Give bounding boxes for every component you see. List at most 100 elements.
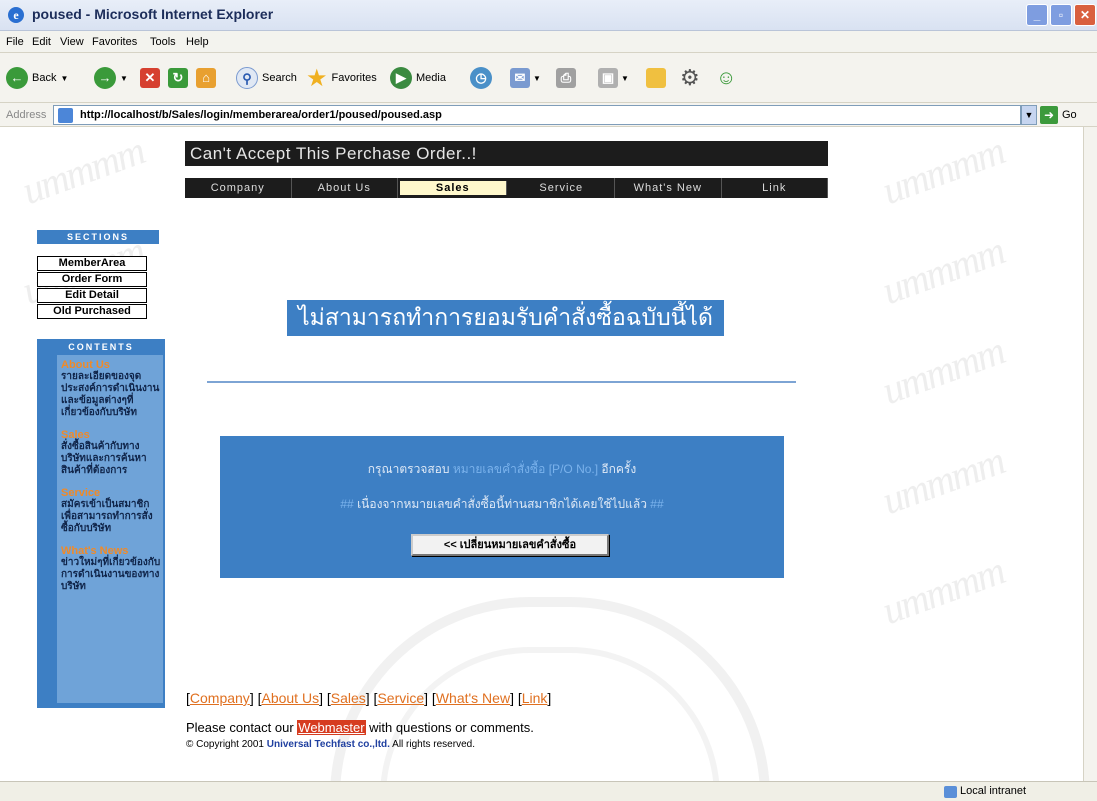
address-label: Address (6, 109, 47, 121)
messenger-button[interactable]: ☺ (716, 65, 736, 91)
section-old-purchased[interactable]: Old Purchased (37, 304, 147, 319)
contents-desc: สมัครเข้าเป็นสมาชิกเพื่อสามารถทำการสั่งซ… (61, 499, 153, 534)
page-banner: Can't Accept This Perchase Order..! (185, 141, 828, 166)
gear-icon: ⚙ (680, 65, 700, 90)
zone-label: Local intranet (960, 785, 1027, 797)
history-icon: ◷ (470, 67, 492, 89)
refresh-icon: ↻ (168, 68, 188, 88)
edit-icon: ▣ (598, 68, 618, 88)
edit-button[interactable]: ▣ ▼ (598, 65, 629, 91)
footer-link-sales[interactable]: Sales (331, 690, 366, 706)
watermark: ummmm (876, 327, 1010, 414)
browser-window: e poused - Microsoft Internet Explorer _… (0, 0, 1097, 801)
menu-view[interactable]: View (60, 36, 84, 48)
chevron-down-icon: ▼ (60, 73, 69, 83)
maximize-button[interactable]: ▫ (1050, 4, 1072, 26)
page-viewport: ummmm ummmm ummmm ummmm ummmm ummmm ummm… (0, 127, 1083, 781)
contact-pre: Please contact our (186, 720, 298, 735)
chevron-down-icon: ▼ (120, 73, 128, 83)
contents-link-whats-news[interactable]: What's News (61, 545, 161, 557)
footer-link-company[interactable]: Company (190, 690, 250, 706)
change-order-number-button[interactable]: << เปลี่ยนหมายเลขคำสั่งซื้อ (411, 534, 609, 556)
address-input[interactable]: http://localhost/b/Sales/login/memberare… (53, 105, 1021, 125)
msg1-post: อีกครั้ง (598, 462, 637, 476)
go-arrow-icon[interactable]: ➜ (1040, 106, 1058, 124)
watermark: ummmm (876, 437, 1010, 524)
footer-link-service[interactable]: Service (377, 690, 424, 706)
forward-button[interactable]: → ▼ (94, 65, 128, 91)
contents-desc: ข่าวใหม่ๆที่เกี่ยวข้องกับการดำเนินงานของ… (61, 557, 161, 592)
menu-file[interactable]: File (6, 36, 24, 48)
sections-header: SECTIONS (37, 230, 159, 244)
footer-link-link[interactable]: Link (522, 690, 548, 706)
close-button[interactable]: ✕ (1074, 4, 1096, 26)
forward-arrow-icon: → (94, 67, 116, 89)
copyright: © Copyright 2001 Universal Techfast co.,… (186, 739, 475, 750)
footer-links: [Company] [About Us] [Sales] [Service] [… (186, 690, 552, 706)
menu-tools[interactable]: Tools (150, 36, 176, 48)
section-edit-detail[interactable]: Edit Detail (37, 288, 147, 303)
favorites-label: Favorites (331, 72, 377, 84)
refresh-button[interactable]: ↻ (168, 65, 188, 91)
footer-link-whats-new[interactable]: What's New (436, 690, 510, 706)
nav-link[interactable]: Link (722, 178, 828, 198)
nav-sales[interactable]: Sales (400, 181, 507, 195)
copyright-company: Universal Techfast co.,ltd. (266, 739, 390, 750)
msg1-pre: กรุณาตรวจสอบ (367, 462, 453, 476)
home-button[interactable]: ⌂ (196, 65, 216, 91)
star-icon: ★ (306, 64, 328, 92)
footer-link-about-us[interactable]: About Us (261, 690, 319, 706)
copyright-pre: © Copyright 2001 (186, 739, 267, 750)
research-button[interactable]: ⚙ (680, 65, 700, 91)
section-order-form[interactable]: Order Form (37, 272, 147, 287)
back-arrow-icon: ← (6, 67, 28, 89)
go-label[interactable]: Go (1062, 109, 1077, 121)
status-bar: Local intranet (0, 781, 1097, 801)
nav-company[interactable]: Company (185, 178, 292, 198)
favorites-button[interactable]: ★ Favorites (306, 64, 377, 92)
media-icon: ▶ (390, 67, 412, 89)
webmaster-link[interactable]: Webmaster (297, 720, 366, 735)
intranet-icon (944, 786, 957, 798)
toolbar: ← Back ▼ → ▼ ✕ ↻ ⌂ ⚲ Search ★ Favorites … (0, 53, 1097, 103)
print-button[interactable]: ⎙ (556, 65, 576, 91)
menu-help[interactable]: Help (186, 36, 209, 48)
title-bar: e poused - Microsoft Internet Explorer _… (0, 0, 1097, 31)
search-button[interactable]: ⚲ Search (236, 65, 297, 91)
menu-edit[interactable]: Edit (32, 36, 51, 48)
nav-whats-new[interactable]: What's New (615, 178, 722, 198)
contents-item: Service สมัครเข้าเป็นสมาชิกเพื่อสามารถทำ… (61, 487, 161, 535)
nav-about-us[interactable]: About Us (292, 178, 398, 198)
message-line-1: กรุณาตรวจสอบ หมายเลขคำสั่งซื้อ [P/O No.]… (220, 460, 784, 479)
msg1-highlight: หมายเลขคำสั่งซื้อ [P/O No.] (452, 462, 599, 476)
contents-link-sales[interactable]: Sales (61, 429, 161, 441)
contents-item: About Us รายละเอียดของจุดประสงค์การดำเนิ… (61, 359, 161, 419)
contents-link-about-us[interactable]: About Us (61, 359, 161, 371)
chevron-down-icon: ▼ (533, 73, 541, 83)
vertical-scrollbar[interactable] (1083, 127, 1097, 781)
discuss-button[interactable] (646, 65, 666, 91)
watermark: ummmm (876, 127, 1010, 214)
media-label: Media (416, 72, 446, 84)
history-button[interactable]: ◷ (470, 65, 492, 91)
back-button[interactable]: ← Back ▼ (6, 65, 68, 91)
address-dropdown-button[interactable]: ▼ (1021, 105, 1037, 125)
stop-icon: ✕ (140, 68, 160, 88)
msg2-post: ## (646, 497, 664, 511)
contents-link-service[interactable]: Service (61, 487, 161, 499)
contents-header: CONTENTS (68, 342, 134, 352)
mail-button[interactable]: ✉ ▼ (510, 65, 541, 91)
nav-service[interactable]: Service (509, 178, 615, 198)
section-member-area[interactable]: MemberArea (37, 256, 147, 271)
error-title: ไม่สามารถทำการยอมรับคำสั่งซื้อฉบับนี้ได้ (287, 300, 724, 336)
watermark: ummmm (876, 227, 1010, 314)
menu-favorites[interactable]: Favorites (92, 36, 137, 48)
minimize-button[interactable]: _ (1026, 4, 1048, 26)
stop-button[interactable]: ✕ (140, 65, 160, 91)
media-button[interactable]: ▶ Media (390, 65, 446, 91)
address-url: http://localhost/b/Sales/login/memberare… (80, 109, 442, 121)
folder-icon (646, 68, 666, 88)
window-title: poused - Microsoft Internet Explorer (32, 6, 274, 22)
ie-logo-icon: e (8, 7, 24, 23)
watermark: ummmm (876, 547, 1010, 634)
